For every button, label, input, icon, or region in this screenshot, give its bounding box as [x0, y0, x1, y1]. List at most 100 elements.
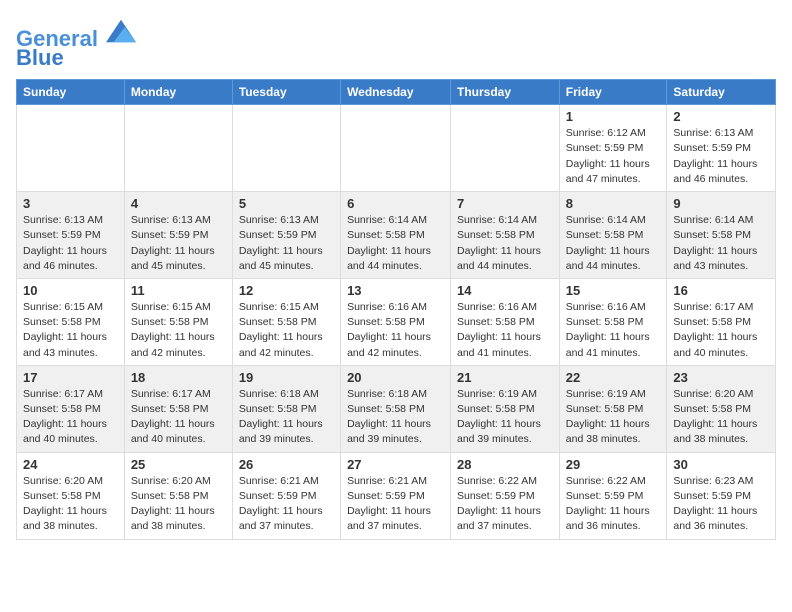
day-cell: 13 Sunrise: 6:16 AM Sunset: 5:58 PM Dayli…: [341, 278, 451, 365]
day-info: Sunrise: 6:18 AM Sunset: 5:58 PM Dayligh…: [239, 387, 334, 448]
column-header-thursday: Thursday: [451, 80, 560, 105]
day-cell: 24 Sunrise: 6:20 AM Sunset: 5:58 PM Dayli…: [17, 452, 125, 539]
week-row-2: 3 Sunrise: 6:13 AM Sunset: 5:59 PM Daylig…: [17, 192, 776, 279]
day-number: 8: [566, 196, 661, 211]
day-cell: 17 Sunrise: 6:17 AM Sunset: 5:58 PM Dayli…: [17, 365, 125, 452]
day-number: 19: [239, 370, 334, 385]
day-info: Sunrise: 6:17 AM Sunset: 5:58 PM Dayligh…: [673, 300, 769, 361]
day-cell: 22Sunrise: 6:19 AM Sunset: 5:58 PM Dayli…: [559, 365, 667, 452]
day-cell: 16 Sunrise: 6:17 AM Sunset: 5:58 PM Dayli…: [667, 278, 776, 365]
column-header-friday: Friday: [559, 80, 667, 105]
day-number: 30: [673, 457, 769, 472]
day-info: Sunrise: 6:20 AM Sunset: 5:58 PM Dayligh…: [23, 474, 118, 535]
day-number: 4: [131, 196, 226, 211]
day-cell: 27 Sunrise: 6:21 AM Sunset: 5:59 PM Dayli…: [341, 452, 451, 539]
week-row-5: 24 Sunrise: 6:20 AM Sunset: 5:58 PM Dayli…: [17, 452, 776, 539]
day-cell: 9Sunrise: 6:14 AM Sunset: 5:58 PM Daylig…: [667, 192, 776, 279]
day-number: 12: [239, 283, 334, 298]
day-info: Sunrise: 6:12 AM Sunset: 5:59 PM Dayligh…: [566, 126, 661, 187]
day-number: 26: [239, 457, 334, 472]
day-info: Sunrise: 6:14 AM Sunset: 5:58 PM Dayligh…: [457, 213, 553, 274]
day-number: 21: [457, 370, 553, 385]
day-info: Sunrise: 6:13 AM Sunset: 5:59 PM Dayligh…: [673, 126, 769, 187]
day-number: 13: [347, 283, 444, 298]
week-row-3: 10 Sunrise: 6:15 AM Sunset: 5:58 PM Dayli…: [17, 278, 776, 365]
day-number: 20: [347, 370, 444, 385]
column-header-wednesday: Wednesday: [341, 80, 451, 105]
day-number: 27: [347, 457, 444, 472]
day-info: Sunrise: 6:20 AM Sunset: 5:58 PM Dayligh…: [673, 387, 769, 448]
page-header: General Blue: [16, 16, 776, 71]
day-cell: 26 Sunrise: 6:21 AM Sunset: 5:59 PM Dayli…: [232, 452, 340, 539]
day-info: Sunrise: 6:13 AM Sunset: 5:59 PM Dayligh…: [239, 213, 334, 274]
day-cell: 18 Sunrise: 6:17 AM Sunset: 5:58 PM Dayli…: [124, 365, 232, 452]
day-number: 3: [23, 196, 118, 211]
day-number: 28: [457, 457, 553, 472]
day-number: 24: [23, 457, 118, 472]
day-number: 7: [457, 196, 553, 211]
day-cell: 30 Sunrise: 6:23 AM Sunset: 5:59 PM Dayli…: [667, 452, 776, 539]
day-number: 15: [566, 283, 661, 298]
day-cell: 29 Sunrise: 6:22 AM Sunset: 5:59 PM Dayli…: [559, 452, 667, 539]
day-number: 9: [673, 196, 769, 211]
calendar-header-row: SundayMondayTuesdayWednesdayThursdayFrid…: [17, 80, 776, 105]
day-number: 18: [131, 370, 226, 385]
day-cell: 7 Sunrise: 6:14 AM Sunset: 5:58 PM Daylig…: [451, 192, 560, 279]
day-cell: [124, 105, 232, 192]
logo: General Blue: [16, 16, 136, 71]
day-number: 17: [23, 370, 118, 385]
day-number: 23: [673, 370, 769, 385]
day-number: 2: [673, 109, 769, 124]
day-cell: 28 Sunrise: 6:22 AM Sunset: 5:59 PM Dayli…: [451, 452, 560, 539]
day-cell: 15 Sunrise: 6:16 AM Sunset: 5:58 PM Dayli…: [559, 278, 667, 365]
week-row-1: 1Sunrise: 6:12 AM Sunset: 5:59 PM Daylig…: [17, 105, 776, 192]
day-info: Sunrise: 6:14 AM Sunset: 5:58 PM Dayligh…: [566, 213, 661, 274]
day-info: Sunrise: 6:15 AM Sunset: 5:58 PM Dayligh…: [23, 300, 118, 361]
day-number: 10: [23, 283, 118, 298]
day-cell: 11 Sunrise: 6:15 AM Sunset: 5:58 PM Dayli…: [124, 278, 232, 365]
day-cell: 4 Sunrise: 6:13 AM Sunset: 5:59 PM Daylig…: [124, 192, 232, 279]
day-info: Sunrise: 6:23 AM Sunset: 5:59 PM Dayligh…: [673, 474, 769, 535]
day-info: Sunrise: 6:15 AM Sunset: 5:58 PM Dayligh…: [131, 300, 226, 361]
day-info: Sunrise: 6:16 AM Sunset: 5:58 PM Dayligh…: [457, 300, 553, 361]
day-number: 6: [347, 196, 444, 211]
day-number: 29: [566, 457, 661, 472]
day-number: 16: [673, 283, 769, 298]
day-cell: 2 Sunrise: 6:13 AM Sunset: 5:59 PM Daylig…: [667, 105, 776, 192]
day-info: Sunrise: 6:16 AM Sunset: 5:58 PM Dayligh…: [347, 300, 444, 361]
day-info: Sunrise: 6:22 AM Sunset: 5:59 PM Dayligh…: [457, 474, 553, 535]
day-cell: [232, 105, 340, 192]
day-info: Sunrise: 6:17 AM Sunset: 5:58 PM Dayligh…: [23, 387, 118, 448]
day-cell: 10 Sunrise: 6:15 AM Sunset: 5:58 PM Dayli…: [17, 278, 125, 365]
calendar-table: SundayMondayTuesdayWednesdayThursdayFrid…: [16, 79, 776, 539]
day-number: 5: [239, 196, 334, 211]
day-cell: 12 Sunrise: 6:15 AM Sunset: 5:58 PM Dayli…: [232, 278, 340, 365]
day-cell: 21 Sunrise: 6:19 AM Sunset: 5:58 PM Dayli…: [451, 365, 560, 452]
day-info: Sunrise: 6:20 AM Sunset: 5:58 PM Dayligh…: [131, 474, 226, 535]
day-cell: 25Sunrise: 6:20 AM Sunset: 5:58 PM Dayli…: [124, 452, 232, 539]
day-info: Sunrise: 6:21 AM Sunset: 5:59 PM Dayligh…: [239, 474, 334, 535]
day-info: Sunrise: 6:13 AM Sunset: 5:59 PM Dayligh…: [23, 213, 118, 274]
day-number: 14: [457, 283, 553, 298]
day-cell: 3 Sunrise: 6:13 AM Sunset: 5:59 PM Daylig…: [17, 192, 125, 279]
day-cell: [17, 105, 125, 192]
column-header-saturday: Saturday: [667, 80, 776, 105]
day-info: Sunrise: 6:22 AM Sunset: 5:59 PM Dayligh…: [566, 474, 661, 535]
day-cell: 5 Sunrise: 6:13 AM Sunset: 5:59 PM Daylig…: [232, 192, 340, 279]
day-cell: 14 Sunrise: 6:16 AM Sunset: 5:58 PM Dayli…: [451, 278, 560, 365]
day-info: Sunrise: 6:16 AM Sunset: 5:58 PM Dayligh…: [566, 300, 661, 361]
day-info: Sunrise: 6:14 AM Sunset: 5:58 PM Dayligh…: [347, 213, 444, 274]
day-info: Sunrise: 6:21 AM Sunset: 5:59 PM Dayligh…: [347, 474, 444, 535]
day-cell: 1Sunrise: 6:12 AM Sunset: 5:59 PM Daylig…: [559, 105, 667, 192]
day-cell: [341, 105, 451, 192]
day-number: 11: [131, 283, 226, 298]
day-cell: 6 Sunrise: 6:14 AM Sunset: 5:58 PM Daylig…: [341, 192, 451, 279]
day-info: Sunrise: 6:15 AM Sunset: 5:58 PM Dayligh…: [239, 300, 334, 361]
day-info: Sunrise: 6:17 AM Sunset: 5:58 PM Dayligh…: [131, 387, 226, 448]
day-info: Sunrise: 6:19 AM Sunset: 5:58 PM Dayligh…: [457, 387, 553, 448]
day-cell: 8 Sunrise: 6:14 AM Sunset: 5:58 PM Daylig…: [559, 192, 667, 279]
column-header-sunday: Sunday: [17, 80, 125, 105]
day-info: Sunrise: 6:13 AM Sunset: 5:59 PM Dayligh…: [131, 213, 226, 274]
calendar-body: 1Sunrise: 6:12 AM Sunset: 5:59 PM Daylig…: [17, 105, 776, 539]
week-row-4: 17 Sunrise: 6:17 AM Sunset: 5:58 PM Dayli…: [17, 365, 776, 452]
